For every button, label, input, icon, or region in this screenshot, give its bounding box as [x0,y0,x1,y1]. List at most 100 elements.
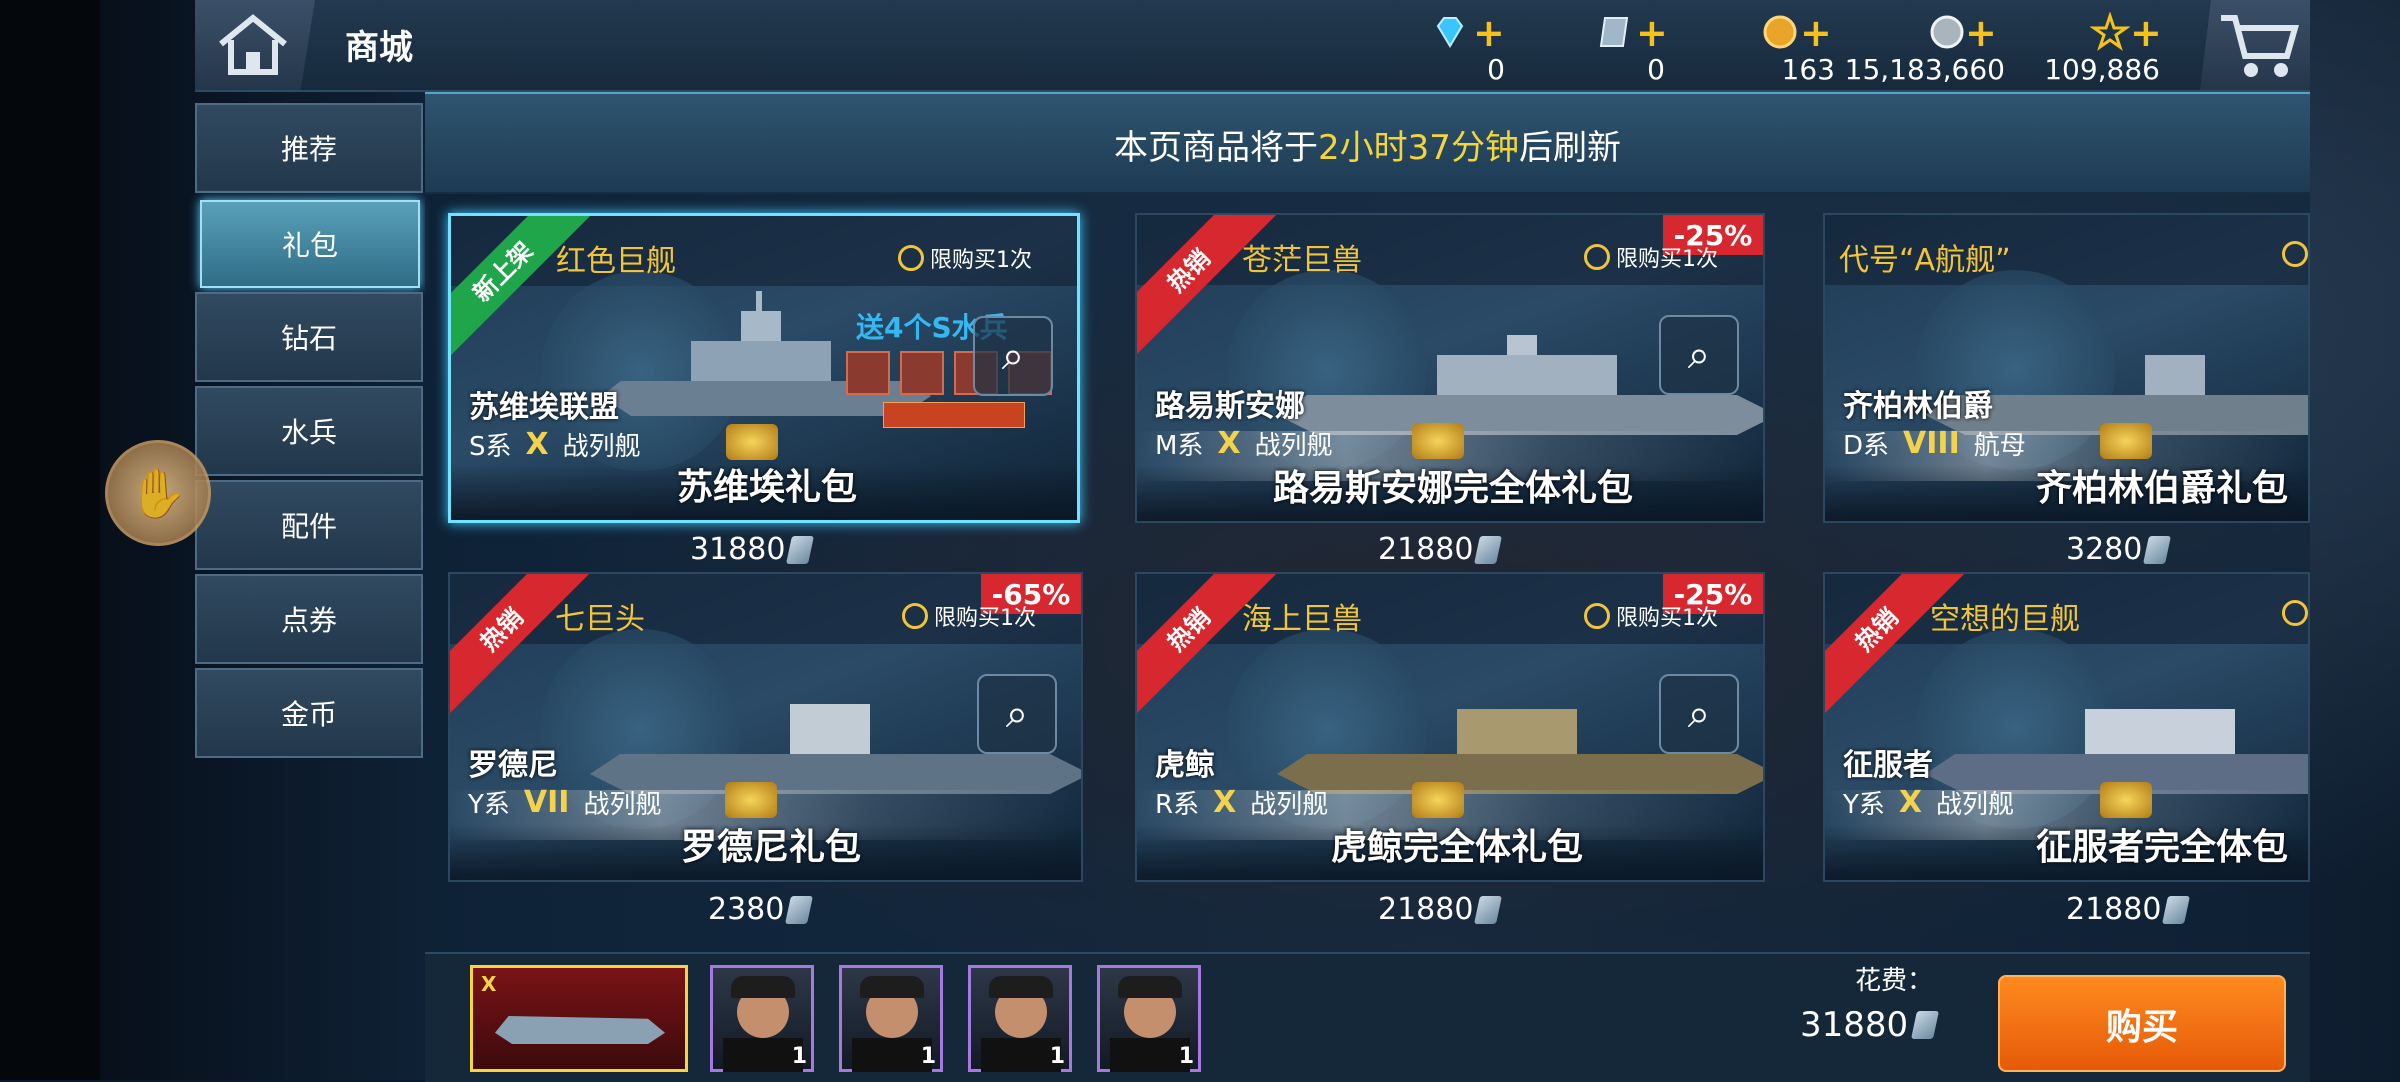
product-card[interactable]: 热销 -65% 七巨头 限购买1次 ⌕ 罗德尼 Y系 VII 战列舰 罗德尼礼包 [448,572,1083,882]
rank-medal-icon [1412,423,1464,459]
purchase-limit-label: 限购买1次 [930,248,1032,273]
banner-countdown: 2小时37分钟 [1318,127,1519,168]
nav-parts[interactable]: 配件 [195,480,423,570]
buy-button[interactable]: 购买 [1998,975,2286,1072]
product-card[interactable]: 送4个S水兵 新上架 红色巨舰 限购买1次 ⌕ 苏维埃联盟 S系 X 战列舰 苏维埃… [448,213,1080,523]
banner-prefix: 本页商品将于 [1114,127,1319,168]
ship-series: S系 [469,432,512,462]
purchase-limit [2282,600,2308,626]
hand-icon: ✋ [128,465,188,522]
card-price: 2380 [708,892,814,927]
ship-type: 战列舰 [1254,431,1333,461]
rank-medal-icon [2100,782,2152,818]
currency-gold[interactable]: + 163 [1760,8,1835,88]
purchase-limit: 限购买1次 [898,242,1032,274]
currency-value: 15,183,660 [1844,53,2005,86]
ship-class: Y系 VII 战列舰 [468,784,661,821]
currency-star[interactable]: + 109,886 [2040,8,2162,88]
ship-class: R系 X 战列舰 [1155,784,1328,821]
currency-diamond[interactable]: + 0 [1425,8,1505,88]
ship-tier: X [1217,426,1241,461]
ship-class: D系 VIII 航母 [1843,425,2026,462]
zoom-button[interactable]: ⌕ [973,316,1053,396]
cart-button[interactable] [2200,0,2310,90]
cost-label: 花费： [1855,966,1934,996]
reward-crew-thumbnail[interactable]: 1 [1097,965,1201,1072]
star-icon [2090,12,2130,51]
ship-class: M系 X 战列舰 [1155,425,1333,462]
clock-icon [902,603,928,629]
coupon-icon [786,535,815,564]
pack-name: 虎鲸完全体礼包 [1330,827,1583,868]
card-price: 21880 [2066,892,2191,927]
item-count: 1 [791,1044,807,1069]
card-price: 21880 [1378,892,1503,927]
nav-sailor[interactable]: 水兵 [195,386,423,476]
ship-tier-tag: X [481,972,497,996]
product-card[interactable]: 热销 空想的巨舰 征服者 Y系 X 战列舰 征服者完全体包 [1823,572,2310,882]
currency-value: 163 [1781,53,1835,86]
purchase-limit: 限购买1次 [1584,241,1718,273]
currency-ticket[interactable]: + 0 [1590,8,1668,88]
reward-crew-thumbnail[interactable]: 1 [710,965,814,1072]
purchase-limit [2282,241,2308,267]
reward-crew-thumbnail[interactable]: 1 [968,965,1072,1072]
zoom-button[interactable]: ⌕ [977,674,1057,754]
product-card[interactable]: 热销 -25% 苍茫巨兽 限购买1次 ⌕ 路易斯安娜 M系 X 战列舰 路易斯安娜完… [1135,213,1765,523]
pack-name: 征服者完全体包 [2035,827,2288,868]
purchase-limit-label: 限购买1次 [934,606,1036,631]
product-card[interactable]: 代号“A航舰” 齐柏林伯爵 D系 VIII 航母 齐柏林伯爵礼包 [1823,213,2310,523]
zoom-button[interactable]: ⌕ [1659,674,1739,754]
clock-icon [1584,603,1610,629]
rank-medal-icon [725,782,777,818]
page-title: 商城 [345,28,413,68]
card-title: 苍茫巨兽 [1242,243,1362,278]
card-price: 21880 [1378,532,1503,567]
nav-diamond[interactable]: 钻石 [195,292,423,382]
add-icon: + [1473,11,1505,55]
rank-medal-icon [1412,782,1464,818]
silver-coin-icon [1930,15,1964,49]
card-title: 代号“A航舰” [1839,243,2011,278]
cart-icon [2221,15,2299,77]
floating-hand-button[interactable]: ✋ [105,440,211,546]
add-icon: + [1636,11,1668,55]
ship-series: D系 [1843,431,1890,461]
nav-gold[interactable]: 金币 [195,668,423,758]
currency-value: 109,886 [2044,53,2160,86]
price-value: 2380 [708,892,785,927]
card-title: 七巨头 [555,602,645,637]
purchase-limit: 限购买1次 [1584,600,1718,632]
nav-coupon[interactable]: 点券 [195,574,423,664]
ship-name: 苏维埃联盟 [469,390,619,425]
currency-silver[interactable]: + 15,183,660 [1845,8,2005,88]
card-title: 海上巨兽 [1242,602,1362,637]
zoom-button[interactable]: ⌕ [1659,315,1739,395]
ship-tier: VIII [1903,426,1960,461]
nav-recommend[interactable]: 推荐 [195,103,423,193]
item-count: 1 [1049,1044,1065,1069]
gold-medal-icon [1763,15,1797,49]
reward-ship-thumbnail[interactable]: X [470,965,688,1072]
magnifier-icon: ⌕ [1001,333,1025,379]
home-button[interactable] [195,0,315,90]
clock-icon [2282,241,2308,267]
reward-crew-thumbnail[interactable]: 1 [839,965,943,1072]
coupon-icon [785,895,814,924]
card-price: 3280 [2066,532,2172,567]
diamond-icon [1436,17,1464,48]
ship-series: Y系 [468,790,510,820]
cost-amount: 31880 [1800,1005,1909,1045]
ship-name: 征服者 [1843,748,1933,783]
product-card[interactable]: 热销 -25% 海上巨兽 限购买1次 ⌕ 虎鲸 R系 X 战列舰 虎鲸完全体礼包 [1135,572,1765,882]
coupon-icon [2162,895,2191,924]
ship-name: 路易斯安娜 [1155,389,1305,424]
clock-icon [898,245,924,271]
ship-name: 虎鲸 [1155,748,1215,783]
card-title: 红色巨舰 [556,244,676,279]
card-title: 空想的巨舰 [1930,602,2080,637]
pack-name: 苏维埃礼包 [676,467,857,508]
ship-series: R系 [1155,790,1200,820]
nav-gift-pack[interactable]: 礼包 [200,200,420,288]
ticket-icon [1599,17,1629,47]
